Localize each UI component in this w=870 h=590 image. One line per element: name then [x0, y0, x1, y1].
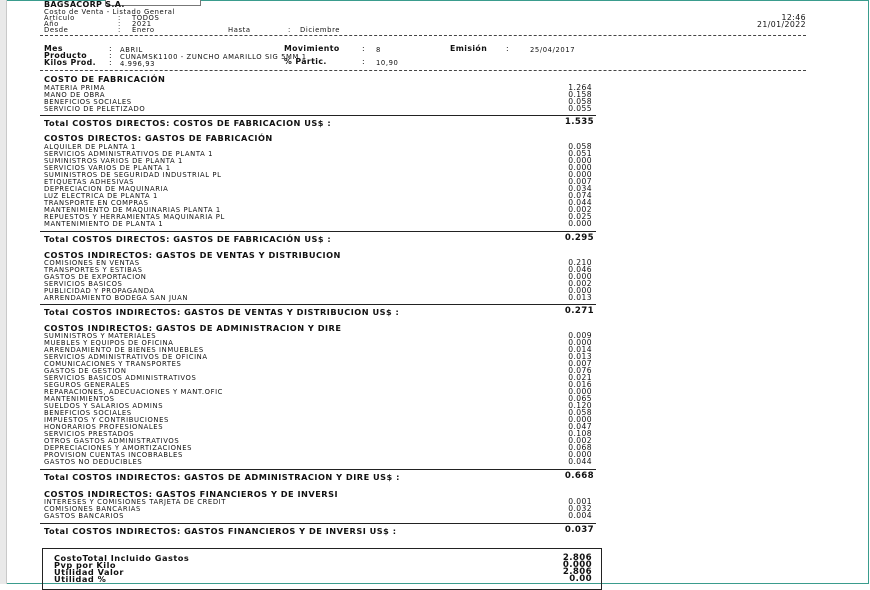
desde-value: Enero	[132, 26, 155, 34]
header-divider	[40, 35, 806, 36]
movimiento-label: Movimiento	[284, 44, 340, 53]
section-total-value: 0.037	[564, 525, 594, 535]
kilos-value: 4.996,93	[120, 60, 156, 68]
info-divider	[40, 70, 806, 71]
section-title: COSTOS INDIRECTOS: GASTOS DE VENTAS Y DI…	[44, 250, 341, 260]
kilos-sep: :	[109, 58, 113, 67]
list-item: MANTENIMIENTO DE PLANTA 1	[44, 220, 164, 228]
section-title: COSTOS INDIRECTOS: GASTOS FINANCIEROS Y …	[44, 489, 339, 499]
report-date: 21/01/2022	[757, 20, 806, 29]
list-item-value: 0.000	[568, 219, 592, 228]
section-title: COSTOS INDIRECTOS: GASTOS DE ADMINISTRAC…	[44, 323, 342, 333]
list-item: ARRENDAMIENTO BODEGA SAN JUAN	[44, 294, 189, 302]
section-total-value: 0.271	[564, 306, 594, 316]
vertical-scrollbar[interactable]	[0, 0, 7, 584]
movimiento-sep: :	[362, 44, 366, 53]
partic-sep: :	[362, 57, 366, 66]
list-item-value: 0.013	[568, 293, 592, 302]
summary-label: Utilidad %	[54, 574, 107, 584]
hasta-sep: :	[288, 26, 291, 34]
report-page: BAGSACORP S.A. Costo de Venta - Listado …	[40, 0, 810, 590]
section-divider	[40, 523, 596, 524]
section-total-label: Total COSTOS INDIRECTOS: GASTOS DE VENTA…	[44, 307, 400, 317]
list-item: SERVICIO DE PELETIZADO	[44, 105, 146, 113]
list-item-value: 0.044	[568, 457, 592, 466]
kilos-label: Kilos Prod.	[44, 58, 96, 67]
emision-sep: :	[506, 44, 510, 53]
section-divider	[40, 304, 596, 305]
hasta-label: Hasta	[228, 26, 251, 34]
list-item: GASTOS NO DEDUCIBLES	[44, 458, 143, 466]
movimiento-value: 8	[376, 46, 381, 54]
list-item-value: 0.055	[568, 104, 592, 113]
section-total-value: 1.535	[564, 117, 594, 127]
desde-sep: :	[118, 26, 121, 34]
list-item: GASTOS BANCARIOS	[44, 512, 124, 520]
emision-label: Emisión	[450, 44, 488, 53]
section-title: COSTO DE FABRICACIÓN	[44, 74, 166, 84]
section-total-value: 0.668	[564, 471, 594, 481]
list-item-value: 0.004	[568, 511, 592, 520]
hasta-value: Diciembre	[300, 26, 341, 34]
partic-value: 10,90	[376, 59, 399, 67]
partic-label: % Partic.	[284, 57, 327, 66]
summary-value: 0.00	[569, 574, 592, 584]
section-total-label: Total COSTOS INDIRECTOS: GASTOS DE ADMIN…	[44, 472, 400, 482]
emision-value: 25/04/2017	[530, 46, 576, 54]
section-total-value: 0.295	[564, 233, 594, 243]
section-total-label: Total COSTOS INDIRECTOS: GASTOS FINANCIE…	[44, 526, 397, 536]
desde-label: Desde	[44, 26, 69, 34]
section-divider	[40, 115, 596, 116]
section-total-label: Total COSTOS DIRECTOS: COSTOS DE FABRICA…	[44, 118, 332, 128]
section-divider	[40, 231, 596, 232]
section-divider	[40, 469, 596, 470]
section-total-label: Total COSTOS DIRECTOS: GASTOS DE FABRICA…	[44, 234, 332, 244]
section-title: COSTOS DIRECTOS: GASTOS DE FABRICACIÓN	[44, 133, 273, 143]
